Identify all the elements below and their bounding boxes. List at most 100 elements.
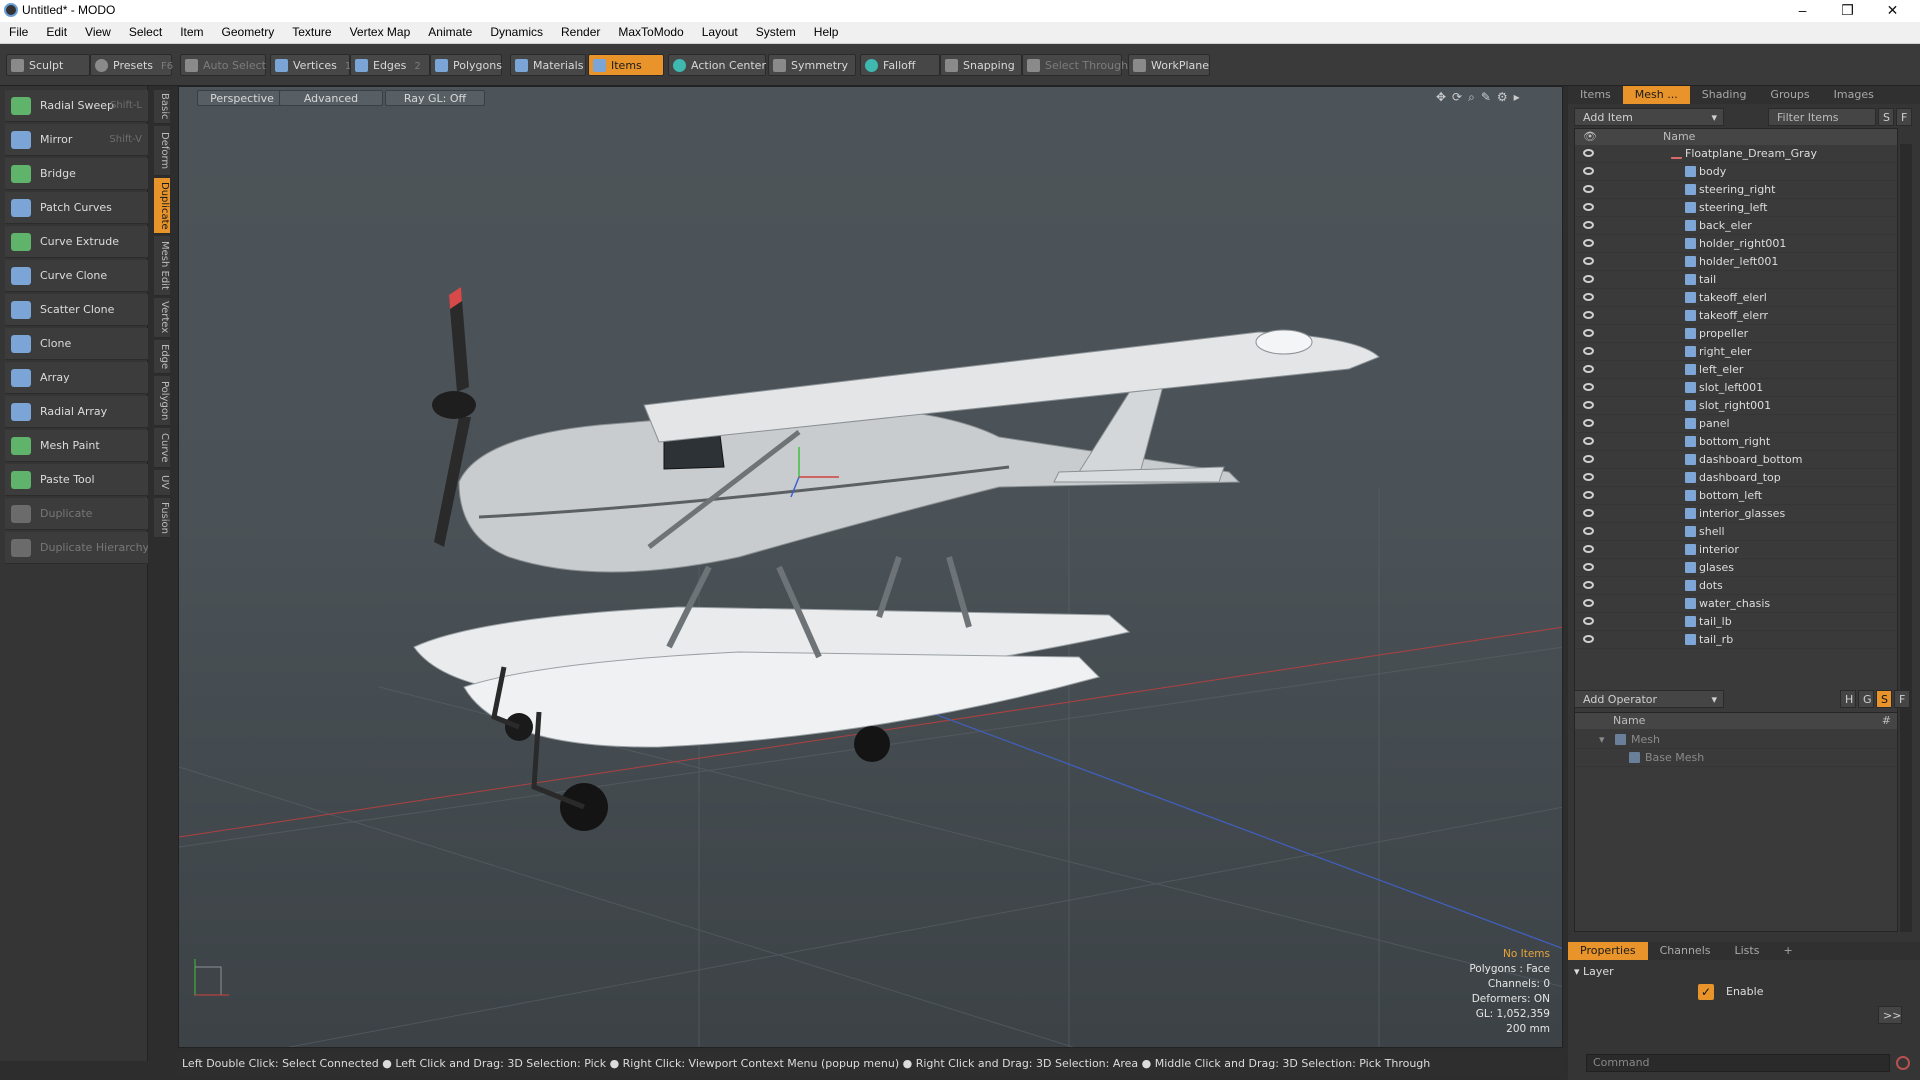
flag-f[interactable]: F <box>1894 690 1910 708</box>
symmetry-button[interactable]: Symmetry <box>768 54 856 76</box>
tool-mesh-paint-button[interactable]: Mesh Paint <box>5 430 148 462</box>
visibility-eye-icon[interactable] <box>1583 329 1594 337</box>
menu-render[interactable]: Render <box>552 22 609 44</box>
menu-file[interactable]: File <box>0 22 37 44</box>
edges-button[interactable]: Edges 2 <box>350 54 430 76</box>
visibility-eye-icon[interactable] <box>1583 473 1594 481</box>
list-item[interactable]: back_eler <box>1575 217 1897 235</box>
side-tab-basic[interactable]: Basic <box>154 90 170 124</box>
list-item[interactable]: tail_lb <box>1575 613 1897 631</box>
visibility-eye-icon[interactable] <box>1583 347 1594 355</box>
visibility-eye-icon[interactable] <box>1583 383 1594 391</box>
tool-scatter-clone-button[interactable]: Scatter Clone <box>5 294 148 326</box>
items-button[interactable]: Items <box>588 54 664 76</box>
presets-button[interactable]: Presets F6 <box>90 54 173 76</box>
tool-bridge-button[interactable]: Bridge <box>5 158 148 190</box>
tool-curve-clone-button[interactable]: Curve Clone <box>5 260 148 292</box>
list-item[interactable]: bottom_left <box>1575 487 1897 505</box>
list-item[interactable]: holder_left001 <box>1575 253 1897 271</box>
side-tab-mesh-edit[interactable]: Mesh Edit <box>154 236 170 296</box>
list-item[interactable]: dashboard_bottom <box>1575 451 1897 469</box>
tab-shading[interactable]: Shading <box>1690 86 1759 104</box>
materials-button[interactable]: Materials <box>510 54 586 76</box>
list-item[interactable]: water_chasis <box>1575 595 1897 613</box>
sculpt-button[interactable]: Sculpt <box>6 54 90 76</box>
operator-mesh[interactable]: ▾ Mesh <box>1575 731 1897 749</box>
visibility-eye-icon[interactable] <box>1583 491 1594 499</box>
menu-select[interactable]: Select <box>120 22 171 44</box>
visibility-eye-icon[interactable] <box>1583 275 1594 283</box>
visibility-eye-icon[interactable] <box>1583 563 1594 571</box>
list-item[interactable]: steering_right <box>1575 181 1897 199</box>
visibility-eye-icon[interactable] <box>1583 293 1594 301</box>
flag-h[interactable]: H <box>1840 690 1856 708</box>
operator-list-scrollbar[interactable] <box>1900 728 1912 932</box>
filter-items-field[interactable]: Filter Items <box>1768 108 1876 126</box>
auto-select-button[interactable]: Auto Select <box>180 54 266 76</box>
visibility-eye-icon[interactable] <box>1583 527 1594 535</box>
command-input[interactable]: Command <box>1586 1054 1890 1072</box>
list-item[interactable]: dots <box>1575 577 1897 595</box>
list-item[interactable]: interior <box>1575 541 1897 559</box>
tool-mirror-button[interactable]: Mirror Shift-V <box>5 124 148 156</box>
tool-duplicate-button[interactable]: Duplicate <box>5 498 148 530</box>
minimize-button[interactable]: – <box>1780 0 1825 22</box>
list-item[interactable]: steering_left <box>1575 199 1897 217</box>
list-item[interactable]: propeller <box>1575 325 1897 343</box>
more-button[interactable]: >> <box>1878 1006 1902 1024</box>
visibility-eye-icon[interactable] <box>1583 167 1594 175</box>
visibility-eye-icon[interactable] <box>1583 599 1594 607</box>
list-item[interactable]: panel <box>1575 415 1897 433</box>
visibility-eye-icon[interactable] <box>1583 365 1594 373</box>
add-operator-button[interactable]: Add Operator ▾ <box>1574 690 1724 708</box>
tool-radial-sweep-button[interactable]: Radial Sweep Shift-L <box>5 90 148 122</box>
side-tab-fusion[interactable]: Fusion <box>154 498 170 538</box>
list-item[interactable]: slot_left001 <box>1575 379 1897 397</box>
enable-checkbox[interactable]: ✓ <box>1698 984 1714 1000</box>
visibility-eye-icon[interactable] <box>1583 203 1594 211</box>
flag-s[interactable]: S <box>1876 690 1892 708</box>
visibility-eye-icon[interactable] <box>1583 149 1594 157</box>
side-tab-edge[interactable]: Edge <box>154 340 170 374</box>
visibility-eye-icon[interactable] <box>1583 419 1594 427</box>
list-item[interactable]: body <box>1575 163 1897 181</box>
maximize-button[interactable]: ❒ <box>1825 0 1870 22</box>
side-tab-vertex[interactable]: Vertex <box>154 298 170 338</box>
visibility-eye-icon[interactable] <box>1583 311 1594 319</box>
tab-lists[interactable]: Lists <box>1723 942 1772 960</box>
workplane-button[interactable]: WorkPlane <box>1128 54 1210 76</box>
menu-view[interactable]: View <box>76 22 120 44</box>
vertices-button[interactable]: Vertices 1 <box>270 54 351 76</box>
close-button[interactable]: ✕ <box>1870 0 1915 22</box>
visibility-eye-icon[interactable] <box>1583 545 1594 553</box>
tool-patch-curves-button[interactable]: Patch Curves <box>5 192 148 224</box>
add-item-button[interactable]: Add Item ▾ <box>1574 108 1724 126</box>
menu-item[interactable]: Item <box>171 22 212 44</box>
menu-edit[interactable]: Edit <box>37 22 76 44</box>
menu-geometry[interactable]: Geometry <box>213 22 284 44</box>
menu-layout[interactable]: Layout <box>693 22 747 44</box>
side-tab-polygon[interactable]: Polygon <box>154 376 170 426</box>
side-tab-curve[interactable]: Curve <box>154 428 170 468</box>
list-item[interactable]: tail_rb <box>1575 631 1897 649</box>
operator-base-mesh[interactable]: Base Mesh <box>1575 749 1897 767</box>
visibility-eye-icon[interactable] <box>1583 401 1594 409</box>
list-item[interactable]: glases <box>1575 559 1897 577</box>
flag-g[interactable]: G <box>1858 690 1874 708</box>
list-item[interactable]: takeoff_elerl <box>1575 289 1897 307</box>
tool-duplicate-hierarchy-button[interactable]: Duplicate Hierarchy <box>5 532 148 564</box>
3d-viewport[interactable]: Perspective Advanced Ray GL: Off ✥⟳⌕✎⚙▸ <box>178 86 1563 1048</box>
falloff-button[interactable]: Falloff <box>860 54 940 76</box>
list-item[interactable]: tail <box>1575 271 1897 289</box>
list-item[interactable]: takeoff_elerr <box>1575 307 1897 325</box>
tab-channels[interactable]: Channels <box>1648 942 1723 960</box>
menu-system[interactable]: System <box>747 22 805 44</box>
tab-images[interactable]: Images <box>1822 86 1886 104</box>
menu-animate[interactable]: Animate <box>419 22 481 44</box>
menu-dynamics[interactable]: Dynamics <box>481 22 552 44</box>
filter-toggle[interactable]: F <box>1896 108 1912 126</box>
command-history-icon[interactable] <box>1896 1056 1910 1070</box>
menu-maxtomodo[interactable]: MaxToModo <box>609 22 692 44</box>
tool-clone-button[interactable]: Clone <box>5 328 148 360</box>
list-item[interactable]: dashboard_top <box>1575 469 1897 487</box>
